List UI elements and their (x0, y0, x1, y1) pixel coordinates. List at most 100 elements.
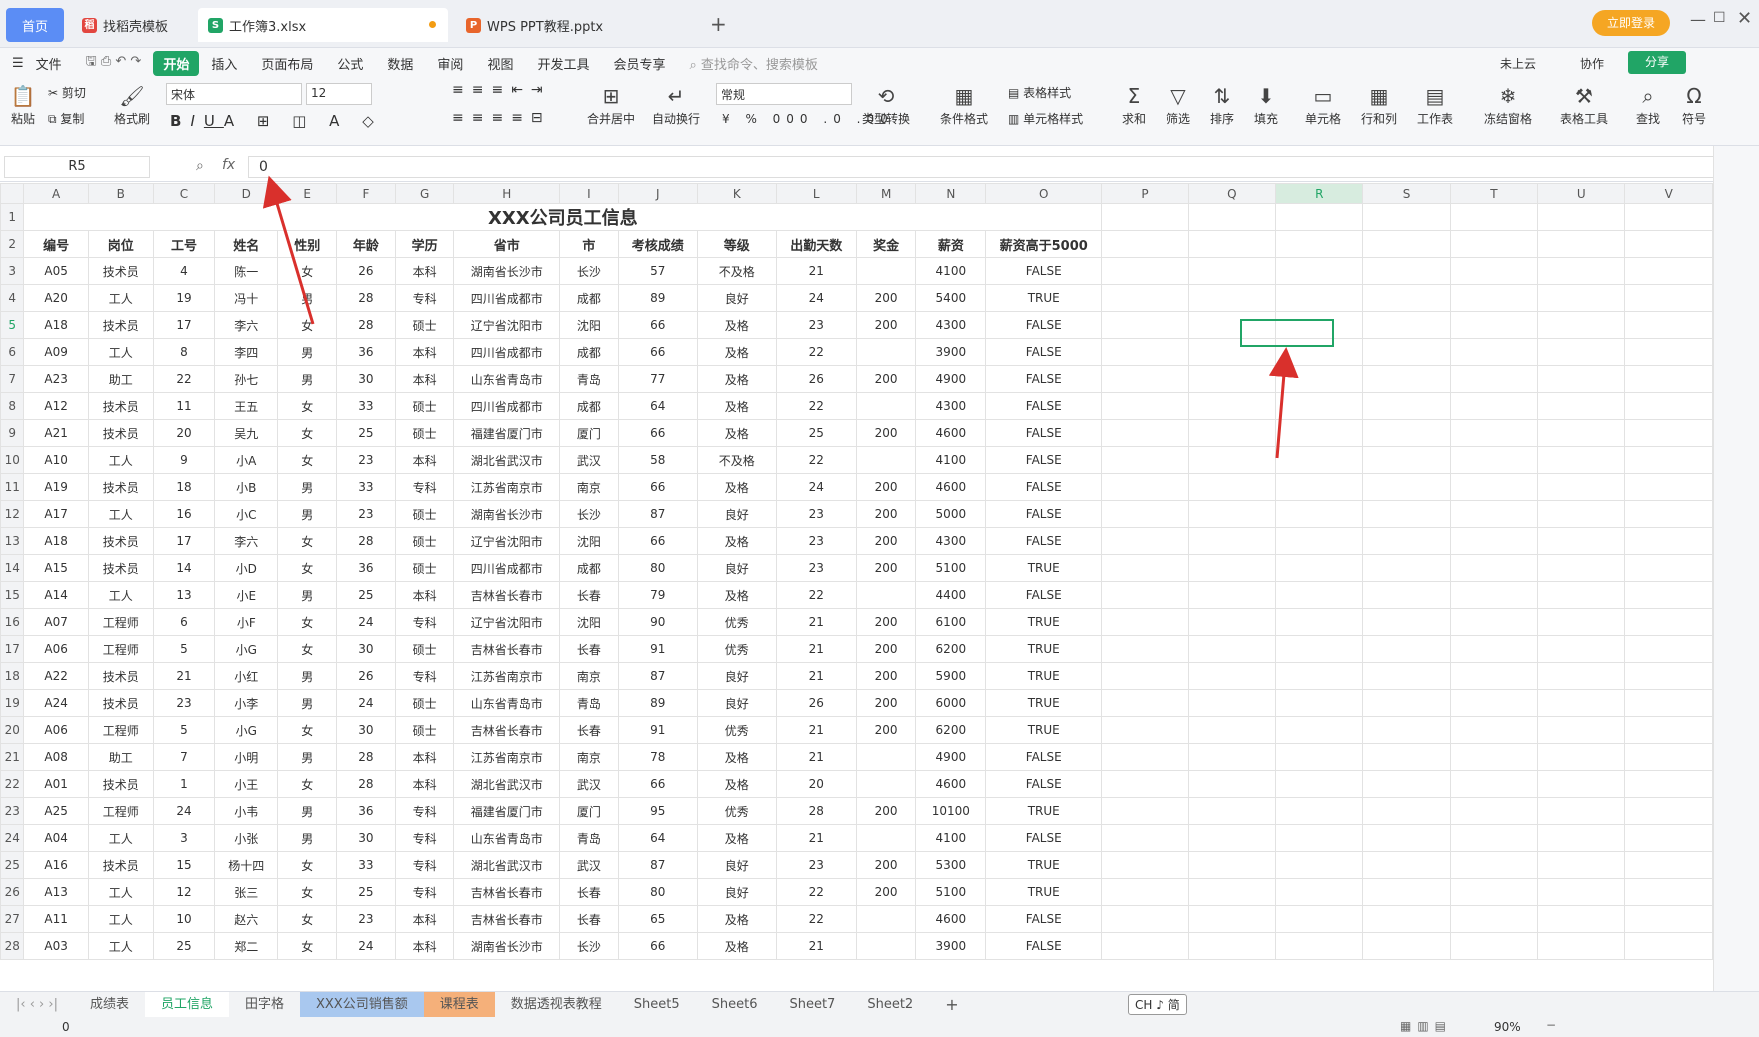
maximize-icon[interactable]: ☐ (1713, 10, 1726, 26)
empty-cell[interactable] (1624, 500, 1713, 528)
empty-cell[interactable] (1624, 770, 1713, 798)
data-cell[interactable]: 工人 (87, 446, 154, 474)
data-cell[interactable]: 技术员 (87, 311, 154, 339)
empty-cell[interactable] (1362, 284, 1451, 312)
empty-cell[interactable] (1362, 446, 1451, 474)
empty-cell[interactable] (1537, 473, 1626, 501)
empty-cell[interactable] (1624, 824, 1713, 852)
data-cell[interactable]: 25 (336, 581, 396, 609)
empty-cell[interactable] (1624, 284, 1713, 312)
empty-cell[interactable] (1275, 662, 1364, 690)
row-header[interactable]: 14 (0, 554, 25, 582)
data-cell[interactable]: 22 (775, 446, 857, 474)
data-cell[interactable]: 湖南省长沙市 (453, 257, 561, 285)
data-cell[interactable]: 男 (277, 284, 338, 312)
empty-cell[interactable] (1624, 311, 1713, 339)
data-cell[interactable]: 良好 (696, 284, 777, 312)
row-header[interactable]: 15 (0, 581, 25, 609)
data-cell[interactable]: A05 (23, 257, 89, 285)
data-cell[interactable]: 武汉 (559, 770, 619, 798)
data-cell[interactable]: 吉林省长春市 (453, 581, 561, 609)
row-header[interactable]: 2 (0, 230, 25, 258)
data-cell[interactable]: 28 (336, 527, 396, 555)
empty-cell[interactable] (1362, 689, 1451, 717)
data-cell[interactable]: 女 (277, 446, 338, 474)
data-cell[interactable]: 14 (152, 554, 216, 582)
data-cell[interactable]: A04 (23, 824, 89, 852)
empty-cell[interactable] (1101, 392, 1189, 420)
data-cell[interactable]: 女 (277, 419, 338, 447)
empty-cell[interactable] (1449, 743, 1539, 771)
data-cell[interactable]: 21 (775, 824, 857, 852)
row-header[interactable]: 18 (0, 662, 25, 690)
data-cell[interactable]: 南京 (559, 473, 619, 501)
empty-cell[interactable] (1537, 230, 1626, 258)
menu-developer[interactable]: 开发工具 (525, 54, 601, 73)
data-cell[interactable]: 李四 (214, 338, 279, 366)
hamburger-icon[interactable]: ☰ (0, 56, 36, 71)
empty-cell[interactable] (1624, 662, 1713, 690)
data-cell[interactable]: 助工 (87, 365, 154, 393)
empty-cell[interactable] (1187, 716, 1277, 744)
data-cell[interactable]: 23 (775, 311, 857, 339)
data-cell[interactable]: 200 (855, 689, 917, 717)
cloud-status[interactable]: 未上云 (1500, 55, 1536, 72)
empty-cell[interactable] (1537, 311, 1626, 339)
data-cell[interactable]: 湖南省长沙市 (453, 932, 561, 960)
empty-cell[interactable] (1362, 635, 1451, 663)
data-cell[interactable]: 87 (617, 662, 698, 690)
data-cell[interactable]: 男 (277, 689, 338, 717)
data-cell[interactable]: 助工 (87, 743, 154, 771)
empty-cell[interactable] (1275, 554, 1364, 582)
data-cell[interactable]: 200 (855, 527, 917, 555)
data-cell[interactable]: 小G (214, 635, 279, 663)
empty-cell[interactable] (1187, 662, 1277, 690)
cut-button[interactable]: ✂ 剪切 (48, 84, 86, 101)
data-cell[interactable]: 成都 (559, 392, 619, 420)
empty-cell[interactable] (1187, 284, 1277, 312)
data-cell[interactable]: 技术员 (87, 473, 154, 501)
data-cell[interactable]: 79 (617, 581, 698, 609)
data-cell[interactable]: 男 (277, 662, 338, 690)
empty-cell[interactable] (1187, 635, 1277, 663)
data-cell[interactable]: 4300 (915, 392, 987, 420)
font-family-select[interactable]: 宋体 (166, 83, 302, 105)
data-cell[interactable]: 厦门 (559, 419, 619, 447)
data-cell[interactable]: 赵六 (214, 905, 279, 933)
data-cell[interactable]: 优秀 (696, 716, 777, 744)
data-cell[interactable]: 21 (775, 257, 857, 285)
header-cell[interactable]: 薪资高于5000 (985, 230, 1103, 258)
data-cell[interactable]: 200 (855, 554, 917, 582)
empty-cell[interactable] (1624, 473, 1713, 501)
data-cell[interactable]: 硕士 (394, 716, 455, 744)
empty-cell[interactable] (1187, 608, 1277, 636)
row-header[interactable]: 23 (0, 797, 25, 825)
data-cell[interactable]: 8 (152, 338, 216, 366)
data-cell[interactable]: 吉林省长春市 (453, 716, 561, 744)
data-cell[interactable]: A07 (23, 608, 89, 636)
header-cell[interactable]: 市 (559, 230, 619, 258)
data-cell[interactable]: 专科 (394, 662, 455, 690)
halign-buttons[interactable]: ≡≡≡≡⊟ (452, 110, 551, 126)
empty-cell[interactable] (1449, 365, 1539, 393)
data-cell[interactable]: TRUE (985, 608, 1103, 636)
data-cell[interactable]: 4900 (915, 743, 987, 771)
empty-cell[interactable] (1537, 365, 1626, 393)
column-header[interactable]: L (775, 183, 857, 204)
empty-cell[interactable] (1537, 878, 1626, 906)
empty-cell[interactable] (1362, 716, 1451, 744)
collab-button[interactable]: 协作 (1580, 55, 1604, 72)
header-cell[interactable]: 性别 (277, 230, 338, 258)
data-cell[interactable]: 30 (336, 365, 396, 393)
data-cell[interactable]: A22 (23, 662, 89, 690)
empty-cell[interactable] (1449, 446, 1539, 474)
select-all-corner[interactable] (0, 183, 25, 204)
data-cell[interactable]: 张三 (214, 878, 279, 906)
column-header[interactable]: J (617, 183, 698, 204)
empty-cell[interactable] (1537, 770, 1626, 798)
fx-icon[interactable]: fx (222, 157, 235, 173)
data-cell[interactable]: 89 (617, 284, 698, 312)
data-cell[interactable]: 女 (277, 905, 338, 933)
data-cell[interactable]: 男 (277, 338, 338, 366)
empty-cell[interactable] (1101, 257, 1189, 285)
